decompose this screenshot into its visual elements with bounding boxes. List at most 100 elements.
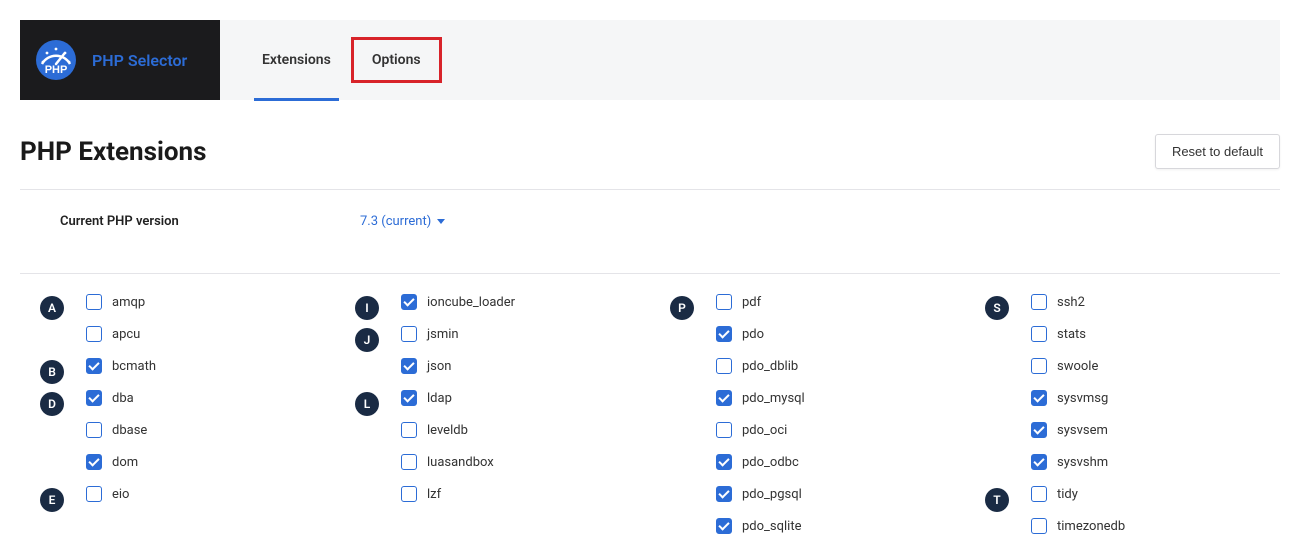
extension-dbase[interactable]: dbase (86, 422, 147, 438)
extension-label: leveldb (427, 423, 468, 438)
extension-stats[interactable]: stats (1031, 326, 1086, 342)
checkbox[interactable] (716, 326, 732, 342)
extension-label: timezonedb (1057, 519, 1125, 534)
extension-row: dom (40, 454, 315, 480)
checkbox[interactable] (1031, 518, 1047, 534)
extension-label: swoole (1057, 359, 1098, 374)
checkbox[interactable] (86, 326, 102, 342)
extension-row: pdo_oci (670, 422, 945, 448)
extension-row: apcu (40, 326, 315, 352)
letter-badge: A (40, 296, 64, 320)
extension-label: sysvsem (1057, 423, 1108, 438)
extension-jsmin[interactable]: jsmin (401, 326, 459, 342)
checkbox[interactable] (1031, 294, 1047, 310)
version-row: Current PHP version 7.3 (current) (20, 190, 1280, 253)
extension-amqp[interactable]: amqp (86, 294, 145, 310)
extension-swoole[interactable]: swoole (1031, 358, 1098, 374)
checkbox[interactable] (401, 422, 417, 438)
letter-badge: E (40, 488, 64, 512)
extension-luasandbox[interactable]: luasandbox (401, 454, 494, 470)
extension-json[interactable]: json (401, 358, 451, 374)
checkbox[interactable] (401, 390, 417, 406)
extension-row: Aamqp (40, 294, 315, 320)
extension-label: lzf (427, 487, 441, 502)
extension-leveldb[interactable]: leveldb (401, 422, 468, 438)
checkbox[interactable] (86, 454, 102, 470)
extension-row: luasandbox (355, 454, 630, 480)
checkbox[interactable] (716, 422, 732, 438)
checkbox[interactable] (401, 486, 417, 502)
section-head: PHP Extensions Reset to default (20, 134, 1280, 169)
checkbox[interactable] (1031, 326, 1047, 342)
checkbox[interactable] (1031, 486, 1047, 502)
checkbox[interactable] (716, 518, 732, 534)
extension-dba[interactable]: dba (86, 390, 134, 406)
checkbox[interactable] (401, 294, 417, 310)
extension-label: jsmin (427, 327, 459, 342)
tab-options-label: Options (372, 52, 421, 68)
extension-dom[interactable]: dom (86, 454, 138, 470)
checkbox[interactable] (86, 422, 102, 438)
extensions-column: Ppdf pdo pdo_dblib pdo_mysql pdo_oci pdo_odbc… (670, 294, 945, 550)
extension-row: Iioncube_loader (355, 294, 630, 320)
extension-bcmath[interactable]: bcmath (86, 358, 156, 374)
extension-sysvsem[interactable]: sysvsem (1031, 422, 1108, 438)
extension-pdo_mysql[interactable]: pdo_mysql (716, 390, 805, 406)
letter-badge: J (355, 328, 379, 352)
extension-ssh2[interactable]: ssh2 (1031, 294, 1085, 310)
checkbox[interactable] (716, 486, 732, 502)
checkbox[interactable] (716, 390, 732, 406)
extension-row: pdo_sqlite (670, 518, 945, 544)
extension-sysvmsg[interactable]: sysvmsg (1031, 390, 1108, 406)
extension-ldap[interactable]: ldap (401, 390, 452, 406)
extension-pdf[interactable]: pdf (716, 294, 761, 310)
extension-label: sysvshm (1057, 455, 1108, 470)
checkbox[interactable] (86, 358, 102, 374)
caret-down-icon (437, 219, 445, 224)
checkbox[interactable] (401, 454, 417, 470)
checkbox[interactable] (86, 294, 102, 310)
letter-badge: B (40, 360, 64, 384)
extension-apcu[interactable]: apcu (86, 326, 140, 342)
extension-pdo[interactable]: pdo (716, 326, 764, 342)
extension-row: stats (985, 326, 1260, 352)
extension-row: pdo (670, 326, 945, 352)
checkbox[interactable] (86, 390, 102, 406)
php-gauge-icon: PHP (34, 38, 78, 82)
extension-row: pdo_mysql (670, 390, 945, 416)
extension-tidy[interactable]: tidy (1031, 486, 1078, 502)
letter-badge: S (985, 296, 1009, 320)
checkbox[interactable] (401, 358, 417, 374)
extension-label: dba (112, 391, 134, 406)
tab-extensions[interactable]: Extensions (244, 20, 349, 100)
checkbox[interactable] (401, 326, 417, 342)
checkbox[interactable] (1031, 358, 1047, 374)
checkbox[interactable] (86, 486, 102, 502)
checkbox[interactable] (716, 358, 732, 374)
extension-pdo_odbc[interactable]: pdo_odbc (716, 454, 799, 470)
extension-label: pdo_odbc (742, 455, 799, 470)
extension-row: Eeio (40, 486, 315, 512)
extension-pdo_dblib[interactable]: pdo_dblib (716, 358, 798, 374)
extension-timezonedb[interactable]: timezonedb (1031, 518, 1125, 534)
extension-pdo_sqlite[interactable]: pdo_sqlite (716, 518, 801, 534)
extension-ioncube_loader[interactable]: ioncube_loader (401, 294, 515, 310)
extension-pdo_oci[interactable]: pdo_oci (716, 422, 787, 438)
letter-badge: P (670, 296, 694, 320)
php-version-select[interactable]: 7.3 (current) (360, 214, 445, 229)
checkbox[interactable] (716, 294, 732, 310)
extension-label: pdo_dblib (742, 359, 798, 374)
extension-label: ldap (427, 391, 452, 406)
checkbox[interactable] (716, 454, 732, 470)
checkbox[interactable] (1031, 422, 1047, 438)
extension-sysvshm[interactable]: sysvshm (1031, 454, 1108, 470)
checkbox[interactable] (1031, 454, 1047, 470)
extension-eio[interactable]: eio (86, 486, 129, 502)
extension-pdo_pgsql[interactable]: pdo_pgsql (716, 486, 802, 502)
extension-lzf[interactable]: lzf (401, 486, 441, 502)
tab-options[interactable]: Options (351, 37, 442, 83)
reset-to-default-button[interactable]: Reset to default (1155, 134, 1280, 169)
version-label: Current PHP version (60, 214, 360, 229)
checkbox[interactable] (1031, 390, 1047, 406)
page-title: PHP Extensions (20, 137, 206, 167)
